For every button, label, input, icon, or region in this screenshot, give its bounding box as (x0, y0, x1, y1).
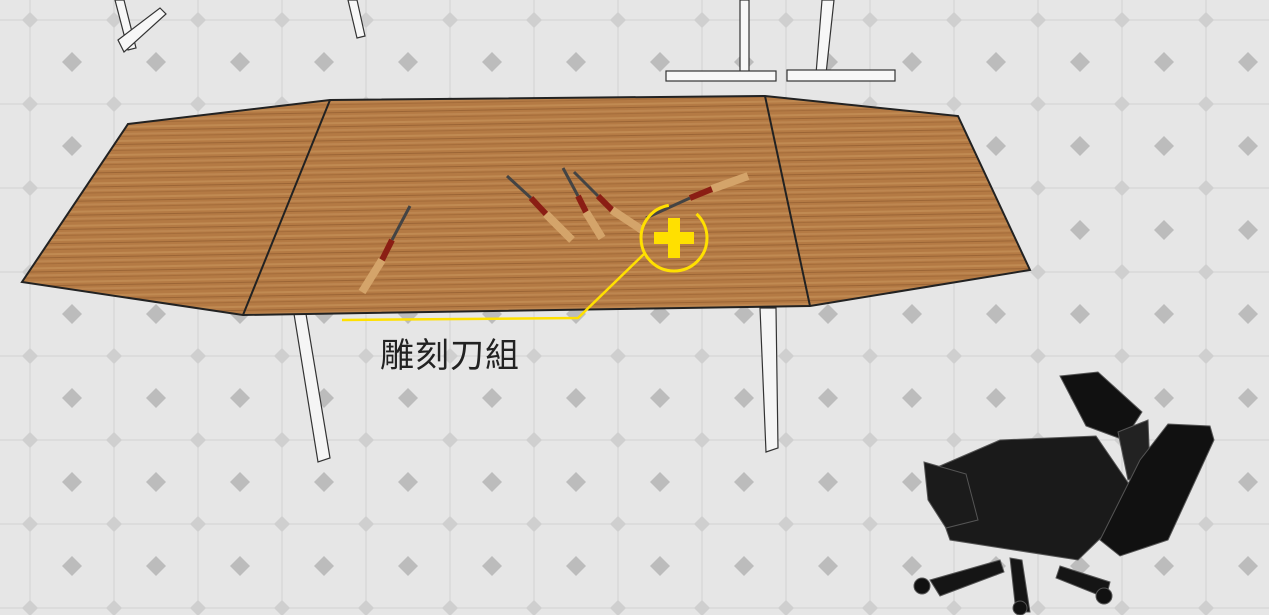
3d-viewport[interactable] (0, 0, 1269, 615)
annotation-label: 雕刻刀組 (380, 336, 520, 376)
table-top[interactable] (20, 94, 1032, 317)
